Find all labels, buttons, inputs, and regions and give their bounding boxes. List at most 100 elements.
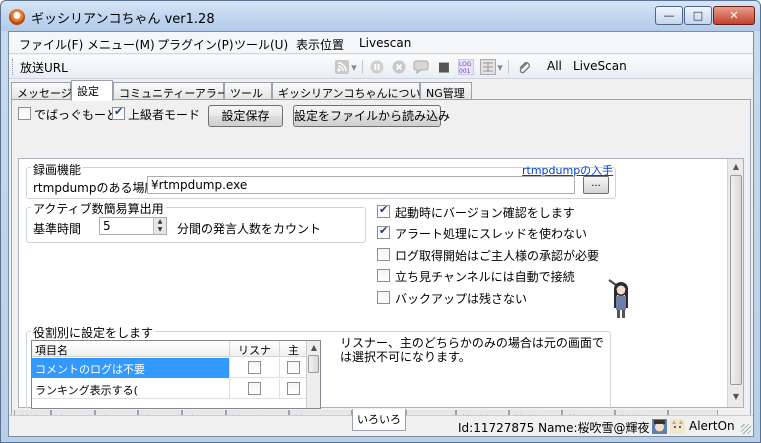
stop-icon[interactable]: ■	[436, 59, 452, 75]
check-log-approval[interactable]	[377, 248, 390, 261]
col-name[interactable]: 項目名	[32, 341, 230, 357]
row-name: コメントのログは不要	[32, 358, 230, 378]
svg-text:001: 001	[459, 68, 471, 75]
row-owner-checkbox[interactable]	[287, 382, 300, 395]
all-button[interactable]: All	[547, 59, 562, 73]
character-face-icon	[652, 419, 667, 434]
livescan-button[interactable]: LiveScan	[573, 59, 627, 73]
minimize-button[interactable]: —	[655, 6, 683, 25]
rtmpdump-path-input[interactable]: ¥rtmpdump.exe	[147, 176, 575, 194]
comment-icon[interactable]	[413, 59, 429, 75]
close-button[interactable]: ✕	[713, 6, 755, 25]
base-time-label: 基準時間	[33, 222, 82, 236]
row-listener-checkbox[interactable]	[248, 361, 261, 374]
auto-connect-label: 立ち見チャンネルには自動で接続	[395, 270, 575, 284]
toolbar-separator	[362, 60, 363, 74]
table-row[interactable]: コメントのログは不要	[32, 358, 320, 378]
debug-mode-checkbox[interactable]	[18, 107, 31, 120]
stop-circle-icon[interactable]	[391, 59, 407, 75]
menu-tools[interactable]: ツール(U)	[234, 36, 288, 53]
app-icon	[9, 9, 25, 25]
client-area: ファイル(F) メニュー(M) プラグイン(P) ツール(U) 表示位置 Liv…	[8, 31, 754, 437]
menu-plugin[interactable]: プラグイン(P)	[157, 36, 234, 53]
row-name: ランキング表示する(	[32, 379, 230, 399]
clip-icon[interactable]	[516, 59, 532, 75]
app-window: ギッシリアンコちゃん ver1.28 — □ ✕ ファイル(F) メニュー(M)…	[0, 0, 761, 443]
scroll-up-icon[interactable]: ▲	[730, 161, 742, 173]
menu-menu[interactable]: メニュー(M)	[87, 36, 155, 53]
row-owner-checkbox[interactable]	[287, 361, 300, 374]
check-version-on-start[interactable]	[377, 203, 390, 218]
grid-scroll-thumb[interactable]	[308, 355, 319, 373]
pause-icon[interactable]	[369, 59, 385, 75]
row-listener-cell	[230, 358, 280, 378]
character-avatar	[606, 277, 636, 323]
row-owner-cell	[280, 379, 308, 399]
row-owner-cell	[280, 358, 308, 378]
debug-mode-label: でばっぐもーど	[34, 108, 119, 122]
tab-ng-management[interactable]: NG管理	[420, 82, 472, 100]
scroll-down-icon[interactable]: ▼	[730, 391, 742, 403]
base-time-suffix: 分間の発言人数をカウント	[177, 222, 322, 236]
advanced-mode-label: 上級者モード	[128, 108, 201, 122]
base-time-spinner[interactable]: 5 ▲ ▼	[99, 217, 167, 235]
row-listener-checkbox[interactable]	[248, 382, 261, 395]
grid-scrollbar[interactable]: ▲	[306, 341, 320, 408]
menu-display-position[interactable]: 表示位置	[296, 36, 344, 53]
check-version-label: 起動時にバージョン確認をします	[395, 206, 575, 220]
menu-file[interactable]: ファイル(F)	[19, 36, 83, 53]
tab-community-alert[interactable]: コミュニティーアラート	[113, 82, 239, 100]
cat-face-icon	[670, 419, 685, 434]
status-user-info: Id:11727875 Name:桜吹雪@輝夜	[458, 421, 650, 435]
advanced-mode-checkbox[interactable]	[112, 105, 125, 120]
load-settings-button[interactable]: 設定をファイルから読み込み	[293, 105, 450, 127]
no-thread-alert-label: アラート処理にスレッドを使わない	[395, 227, 588, 241]
rss-icon[interactable]	[334, 59, 350, 75]
log-approval-label: ログ取得開始はご主人様の承認が必要	[395, 249, 600, 263]
menu-livescan[interactable]: Livescan	[359, 36, 411, 50]
toolbar-separator-2	[508, 60, 509, 74]
roles-title: 役割別に設定をします	[31, 324, 156, 341]
maximize-button[interactable]: □	[684, 6, 712, 25]
alert-status: AlertOn	[689, 419, 735, 433]
check-auto-connect-standing[interactable]	[377, 269, 390, 282]
content-scrollbar[interactable]: ▲ ▼	[727, 159, 743, 407]
scroll-thumb[interactable]	[730, 175, 742, 385]
tab-tools[interactable]: ツール	[224, 82, 272, 100]
check-no-thread-alert[interactable]	[377, 224, 390, 239]
grid-icon[interactable]	[480, 59, 496, 75]
base-time-value: 5	[103, 219, 111, 233]
save-settings-button[interactable]: 設定保存	[208, 105, 283, 127]
chevron-down-icon-2[interactable]: ▾	[496, 59, 504, 75]
resize-grip[interactable]	[741, 424, 751, 434]
rtmpdump-location-label: rtmpdumpのある場所	[33, 181, 157, 195]
toolbar-grip[interactable]	[12, 59, 15, 75]
col-owner[interactable]: 主	[280, 341, 308, 357]
log-icon[interactable]: LOG 001	[458, 59, 474, 75]
broadcast-url-label: 放送URL	[20, 61, 68, 75]
roles-grid: 項目名 リスナー 主 コメントのログは不要 ランキング表示する(	[31, 340, 321, 409]
tab-about[interactable]: ギッシリアンコちゃんについて	[272, 82, 431, 100]
toolbar: 放送URL ▾ ■ LOG 001 ▾ All LiveScan	[9, 55, 753, 79]
table-row[interactable]: ランキング表示する(	[32, 379, 320, 399]
grid-header: 項目名 リスナー 主	[32, 341, 320, 373]
settings-content: 録画機能 rtmpdumpの入手 rtmpdumpのある場所 ¥rtmpdump…	[18, 158, 744, 409]
active-count-title: アクティブ数簡易算出用	[31, 200, 166, 217]
subtab-misc[interactable]: いろいろ	[352, 409, 406, 431]
menu-bar: ファイル(F) メニュー(M) プラグイン(P) ツール(U) 表示位置 Liv…	[9, 32, 753, 54]
scroll-up-icon[interactable]: ▲	[308, 342, 320, 354]
spin-up-icon[interactable]: ▲	[153, 218, 166, 226]
row-listener-cell	[230, 379, 280, 399]
window-title: ギッシリアンコちゃん ver1.28	[31, 12, 215, 27]
tab-messages[interactable]: メッセージ	[11, 82, 72, 100]
spin-down-icon[interactable]: ▼	[153, 226, 166, 234]
title-bar[interactable]: ギッシリアンコちゃん ver1.28 — □ ✕	[1, 1, 760, 31]
main-tabs: メッセージ 設定 コミュニティーアラート ツール ギッシリアンコちゃんについて …	[9, 80, 753, 101]
col-listener[interactable]: リスナー	[230, 341, 280, 373]
tab-settings[interactable]: 設定	[71, 80, 113, 101]
recording-group-title: 録画機能	[31, 161, 84, 178]
no-backup-label: バックアップは残さない	[395, 292, 528, 306]
browse-button[interactable]: ...	[583, 176, 609, 194]
check-no-backup[interactable]	[377, 291, 390, 304]
chevron-down-icon[interactable]: ▾	[350, 59, 358, 75]
